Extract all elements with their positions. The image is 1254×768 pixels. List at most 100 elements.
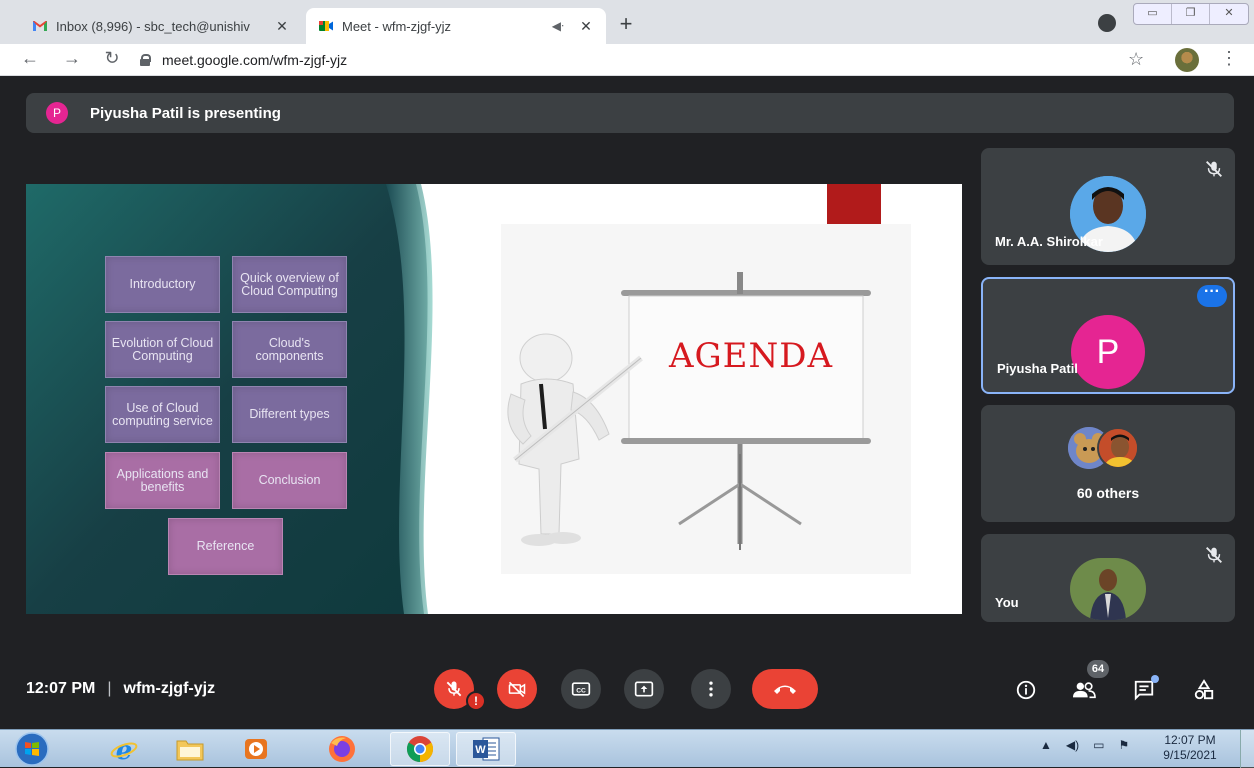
reload-icon[interactable]: ↻ (100, 48, 124, 69)
info-icon (1016, 680, 1036, 700)
show-everyone-button[interactable] (1071, 677, 1097, 703)
network-icon[interactable]: ▭ (1093, 738, 1104, 752)
camera-off-icon (508, 681, 526, 698)
windows-start-icon (15, 732, 49, 766)
presentation-slide: Introductory Quick overview of Cloud Com… (26, 184, 962, 614)
agenda-item-evolution: Evolution of Cloud Computing (105, 321, 220, 378)
show-desktop-button[interactable] (1240, 730, 1254, 768)
meeting-info: 12:07 PM | wfm-zjgf-yjz (26, 680, 215, 698)
self-tile[interactable]: You (981, 534, 1235, 622)
taskbar-clock[interactable]: 12:07 PM 9/15/2021 (1150, 733, 1230, 763)
others-tile[interactable]: 60 others (981, 405, 1235, 522)
meeting-info-separator: | (107, 680, 112, 697)
taskbar-internet-explorer[interactable]: e (94, 732, 154, 766)
present-screen-icon (634, 681, 654, 697)
self-photo (1070, 558, 1146, 620)
leave-call-button[interactable] (752, 669, 818, 709)
tab-title: Meet - wfm-zjgf-yjz (342, 18, 452, 34)
present-now-button[interactable] (624, 669, 664, 709)
address-bar[interactable]: meet.google.com/wfm-zjgf-yjz (140, 48, 1100, 72)
svg-text:CC: CC (576, 687, 586, 694)
restore-button[interactable]: ❐ (1172, 4, 1210, 24)
tab-gmail-inbox[interactable]: Inbox (8,996) - sbc_tech@unishiv ✕ (20, 8, 302, 44)
mic-off-icon (446, 681, 462, 697)
meeting-time: 12:07 PM (26, 680, 96, 697)
closed-captions-icon: CC (571, 682, 591, 696)
presenter-avatar: P (46, 102, 68, 124)
chrome-icon (406, 736, 434, 763)
people-count-badge: 64 (1087, 660, 1109, 678)
agenda-item-conclusion: Conclusion (232, 452, 347, 509)
participant-tile[interactable]: Mr. A.A. Shirolkar (981, 148, 1235, 265)
clock-time: 12:07 PM (1164, 733, 1216, 747)
agenda-item-introductory: Introductory (105, 256, 220, 313)
agenda-item-types: Different types (232, 386, 347, 443)
participant-avatar: P (1071, 315, 1145, 389)
hang-up-icon (774, 685, 796, 694)
participant-name: Mr. A.A. Shirolkar (995, 234, 1103, 249)
more-vert-icon (709, 681, 713, 697)
mic-off-icon (1206, 547, 1222, 563)
slide-board-title: AGENDA (668, 336, 834, 376)
mic-off-icon (1206, 161, 1222, 177)
captions-button[interactable]: CC (561, 669, 601, 709)
self-name: You (995, 595, 1019, 610)
start-button[interactable] (6, 732, 58, 766)
meet-icon (319, 21, 333, 31)
close-icon[interactable]: ✕ (274, 18, 290, 35)
taskbar-firefox[interactable] (312, 732, 372, 766)
agenda-item-reference: Reference (168, 518, 283, 575)
firefox-icon (329, 736, 355, 762)
taskbar-word[interactable]: W (456, 732, 516, 766)
taskbar-chrome[interactable] (390, 732, 450, 766)
svg-text:e: e (116, 736, 133, 763)
new-tab-button[interactable]: + (614, 11, 638, 37)
svg-text:W: W (475, 744, 486, 756)
more-options-button[interactable] (691, 669, 731, 709)
browser-toolbar: ← → ↻ meet.google.com/wfm-zjgf-yjz ☆ ⋮ (0, 44, 1254, 76)
agenda-illustration (501, 224, 911, 574)
activities-icon (1194, 679, 1214, 700)
people-icon (1073, 682, 1096, 699)
system-tray: ▲ ◀) ▭ ⚑ (1040, 738, 1129, 752)
forward-arrow-icon[interactable]: → (60, 48, 84, 69)
meeting-details-button[interactable] (1013, 677, 1039, 703)
taskbar-file-explorer[interactable] (160, 732, 220, 766)
window-close-button[interactable]: ✕ (1210, 4, 1248, 24)
participant-photo (1097, 427, 1139, 469)
close-icon[interactable]: ✕ (578, 18, 594, 35)
activities-button[interactable] (1191, 677, 1217, 703)
taskbar-media-player[interactable] (226, 732, 286, 766)
word-icon: W (473, 737, 500, 761)
agenda-item-overview: Quick overview of Cloud Computing (232, 256, 347, 313)
tab-meet[interactable]: Meet - wfm-zjgf-yjz ◀ᐧ ✕ (306, 8, 606, 44)
participant-tile-active[interactable]: ··· P Piyusha Patil (981, 277, 1235, 394)
more-options-icon[interactable]: ··· (1197, 284, 1227, 307)
chat-notification-dot (1151, 675, 1159, 683)
agenda-item-service: Use of Cloud computing service (105, 386, 220, 443)
clock-date: 9/15/2021 (1163, 748, 1217, 762)
internet-explorer-icon: e (110, 736, 138, 763)
bookmark-star-icon[interactable]: ☆ (1128, 49, 1144, 70)
lock-icon (140, 54, 151, 66)
agenda-item-applications: Applications and benefits (105, 452, 220, 509)
browser-menu-icon[interactable]: ⋮ (1220, 48, 1238, 69)
folder-icon (176, 740, 204, 761)
profile-avatar[interactable] (1175, 48, 1199, 72)
camera-toggle-button[interactable] (497, 669, 537, 709)
minimize-button[interactable]: ▭ (1134, 4, 1172, 24)
agenda-item-components: Cloud's components (232, 321, 347, 378)
participant-name: Piyusha Patil (997, 361, 1078, 376)
tray-expand-icon[interactable]: ▲ (1040, 738, 1052, 752)
presenting-text: Piyusha Patil is presenting (90, 104, 281, 122)
back-arrow-icon[interactable]: ← (18, 48, 42, 69)
meet-stage: P Piyusha Patil is presenting Introducto… (0, 77, 1254, 729)
presenting-banner: P Piyusha Patil is presenting (26, 93, 1234, 133)
volume-icon[interactable]: ◀) (1066, 738, 1079, 752)
action-center-flag-icon[interactable]: ⚑ (1118, 738, 1129, 752)
speaker-icon[interactable]: ◀ᐧ (552, 19, 564, 33)
browser-tab-strip: Inbox (8,996) - sbc_tech@unishiv ✕ Meet … (0, 0, 1254, 44)
gmail-icon (33, 21, 47, 31)
chat-icon (1134, 680, 1154, 701)
profile-menu-icon[interactable] (1098, 14, 1116, 32)
